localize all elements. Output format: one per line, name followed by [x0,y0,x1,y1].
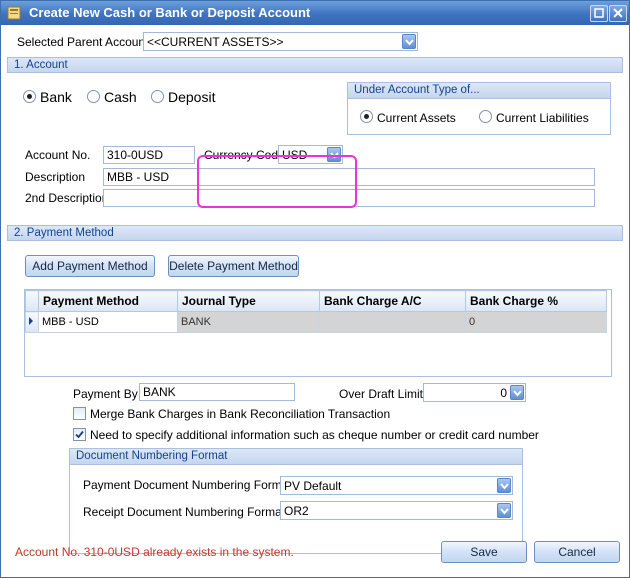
account-type-bank[interactable]: Bank [23,89,72,105]
row-indicator-icon [25,311,39,333]
col-bank-charge-ac[interactable]: Bank Charge A/C [319,290,466,312]
radio-label: Current Assets [377,111,456,125]
col-payment-method[interactable]: Payment Method [38,290,178,312]
receipt-numbering-select[interactable]: OR2 [280,501,513,520]
section-account-header: 1. Account [7,57,623,73]
under-type-current-assets[interactable]: Current Assets [360,110,456,125]
radio-selected-icon [23,90,36,103]
close-icon[interactable] [609,5,627,22]
under-account-type-title: Under Account Type of... [348,83,610,99]
chevron-down-icon[interactable] [497,503,511,518]
receipt-numbering-value: OR2 [284,504,309,518]
additional-info-checkbox[interactable]: Need to specify additional information s… [73,428,539,442]
checkbox-checked-icon [73,428,86,441]
radio-icon [479,110,492,123]
cell-payment-method[interactable]: MBB - USD [38,311,178,333]
under-type-current-liabilities[interactable]: Current Liabilities [479,110,589,125]
dialog-window: Create New Cash or Bank or Deposit Accou… [0,0,630,578]
row-indicator-header [25,290,39,312]
merge-bank-charges-checkbox[interactable]: Merge Bank Charges in Bank Reconciliatio… [73,407,390,421]
chevron-down-icon[interactable] [510,385,524,400]
radio-icon [151,90,164,103]
parent-account-value: <<CURRENT ASSETS>> [147,35,284,49]
chevron-down-icon[interactable] [497,478,511,493]
radio-label: Current Liabilities [496,111,589,125]
account-no-label: Account No. [25,148,91,162]
radio-selected-icon [360,110,373,123]
parent-account-select[interactable]: <<CURRENT ASSETS>> [143,32,418,51]
account-type-cash[interactable]: Cash [87,89,137,105]
payment-numbering-label: Payment Document Numbering Format [83,478,292,492]
error-message: Account No. 310-0USD already exists in t… [15,545,294,559]
col-journal-type[interactable]: Journal Type [177,290,320,312]
app-icon [7,6,21,20]
second-description-label: 2nd Description [25,191,109,205]
cancel-button[interactable]: Cancel [534,541,620,563]
restore-icon[interactable] [590,5,608,22]
save-button[interactable]: Save [441,541,527,563]
under-account-type-panel: Under Account Type of... Current Assets … [347,82,611,135]
account-no-input[interactable]: 310-0USD [103,146,195,164]
chevron-down-icon[interactable] [402,34,416,49]
checkbox-icon [73,407,86,420]
dialog-body: Selected Parent Account <<CURRENT ASSETS… [1,25,629,577]
document-numbering-panel: Document Numbering Format Payment Docume… [69,448,523,554]
grid-header-row: Payment Method Journal Type Bank Charge … [25,290,607,312]
document-numbering-title: Document Numbering Format [70,449,522,465]
window-title: Create New Cash or Bank or Deposit Accou… [29,5,311,20]
parent-account-label: Selected Parent Account [17,35,149,49]
add-payment-method-button[interactable]: Add Payment Method [25,255,155,277]
payment-method-grid: Payment Method Journal Type Bank Charge … [24,289,612,377]
cell-bank-charge-ac[interactable] [319,311,466,333]
payment-by-input[interactable]: BANK [139,383,295,401]
cell-journal-type[interactable]: BANK [177,311,320,333]
radio-label: Deposit [168,89,216,105]
radio-label: Bank [40,89,72,105]
checkbox-label: Need to specify additional information s… [90,428,539,442]
receipt-numbering-label: Receipt Document Numbering Format [83,505,286,519]
radio-label: Cash [104,89,137,105]
overdraft-spinner[interactable]: 0 [423,383,526,402]
payment-numbering-value: PV Default [284,479,342,493]
table-row[interactable]: MBB - USD BANK 0 [25,311,607,333]
overdraft-label: Over Draft Limit [339,387,424,401]
radio-icon [87,90,100,103]
payment-method-table: Payment Method Journal Type Bank Charge … [25,290,607,333]
cell-bank-charge-pct[interactable]: 0 [465,311,607,333]
account-type-deposit[interactable]: Deposit [151,89,215,105]
payment-numbering-select[interactable]: PV Default [280,476,513,495]
overdraft-value: 0 [500,386,507,400]
col-bank-charge-pct[interactable]: Bank Charge % [465,290,607,312]
delete-payment-method-button[interactable]: Delete Payment Method [168,255,299,277]
section-payment-header: 2. Payment Method [7,225,623,241]
payment-by-label: Payment By [73,387,138,401]
checkbox-label: Merge Bank Charges in Bank Reconciliatio… [90,407,391,421]
title-bar[interactable]: Create New Cash or Bank or Deposit Accou… [1,1,629,25]
description-label: Description [25,170,86,184]
currency-highlight-box [197,155,357,208]
